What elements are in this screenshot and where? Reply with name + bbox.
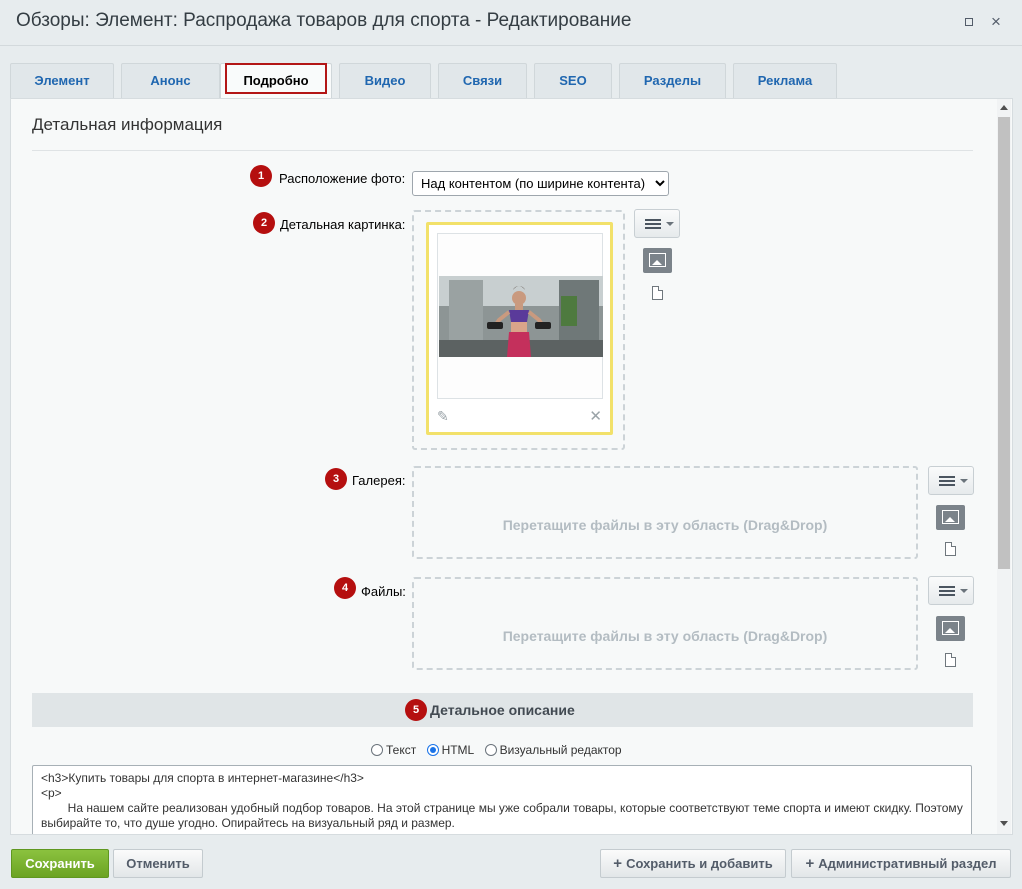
tab-sections[interactable]: Разделы [619, 63, 726, 98]
save-and-add-button[interactable]: + Сохранить и добавить [600, 849, 786, 878]
file-icon[interactable] [652, 286, 663, 300]
delete-icon[interactable]: ✕ [589, 407, 602, 425]
chevron-down-icon [960, 589, 968, 593]
scrollbar-thumb[interactable] [998, 117, 1010, 569]
picture-menu-button[interactable] [634, 209, 680, 238]
scroll-up-icon[interactable] [1000, 105, 1008, 110]
gallery-label: Галерея: [352, 473, 406, 488]
menu-icon [645, 219, 661, 229]
tab-label: Элемент [34, 73, 90, 88]
picture-card[interactable]: ✎ ✕ [426, 222, 613, 435]
edit-pencil-icon[interactable]: ✎ [437, 408, 449, 425]
plus-icon: + [805, 855, 815, 872]
description-code-editor[interactable]: <h3>Купить товары для спорта в интернет-… [32, 765, 972, 834]
tab-links[interactable]: Связи [438, 63, 527, 98]
mode-visual-radio[interactable]: Визуальный редактор [484, 743, 622, 757]
image-library-icon[interactable] [643, 248, 672, 273]
tab-label: Реклама [757, 73, 813, 88]
tab-label: Анонс [150, 73, 191, 88]
gallery-drop-text: Перетащите файлы в эту область (Drag&Dro… [502, 517, 828, 533]
photo-position-select[interactable]: Над контентом (по ширине контента) [412, 171, 669, 196]
mode-label: Текст [386, 743, 417, 757]
tab-label: Подробно [243, 73, 309, 88]
tab-video[interactable]: Видео [339, 63, 431, 98]
scrollbar[interactable] [997, 99, 1011, 834]
step-badge-4: 4 [334, 577, 356, 599]
gallery-menu-button[interactable] [928, 466, 974, 495]
step-badge-2: 2 [253, 212, 275, 234]
files-label: Файлы: [361, 584, 406, 599]
gallery-dropzone[interactable]: Перетащите файлы в эту область (Drag&Dro… [412, 466, 918, 559]
description-header: 5 Детальное описание [32, 693, 973, 727]
mode-text-radio[interactable]: Текст [371, 743, 416, 757]
mode-html-radio[interactable]: HTML [426, 743, 475, 757]
files-menu-button[interactable] [928, 576, 974, 605]
file-icon[interactable] [945, 542, 956, 556]
tab-label: Видео [364, 73, 406, 88]
tab-label: Связи [462, 73, 503, 88]
cancel-button[interactable]: Отменить [113, 849, 203, 878]
menu-icon [939, 586, 955, 596]
image-library-icon[interactable] [936, 616, 965, 641]
mode-label: Визуальный редактор [499, 743, 622, 757]
tab-details[interactable]: Подробно [220, 63, 332, 98]
window-title: Обзоры: Элемент: Распродажа товаров для … [16, 10, 632, 31]
description-title: Детальное описание [430, 702, 575, 718]
detail-picture-label: Детальная картинка: [280, 217, 406, 232]
section-title: Детальная информация [32, 115, 223, 134]
files-dropzone[interactable]: Перетащите файлы в эту область (Drag&Dro… [412, 577, 918, 670]
tab-ads[interactable]: Реклама [733, 63, 837, 98]
editor-mode-switch: Текст HTML Визуальный редактор [371, 743, 629, 757]
chevron-down-icon [960, 479, 968, 483]
picture-frame [437, 233, 603, 399]
step-badge-5: 5 [405, 699, 427, 721]
photo-position-label: Расположение фото: [279, 171, 406, 186]
admin-section-label: Административный раздел [818, 856, 997, 871]
step-badge-3: 3 [325, 468, 347, 490]
tab-label: SEO [559, 73, 587, 88]
details-panel: Детальная информация 1 Расположение фото… [10, 98, 1013, 835]
chevron-down-icon [666, 222, 674, 226]
plus-icon: + [613, 855, 623, 872]
tab-element[interactable]: Элемент [10, 63, 114, 98]
detail-picture-zone[interactable]: ✎ ✕ [412, 210, 625, 450]
maximize-icon[interactable] [961, 14, 977, 30]
step-badge-1: 1 [250, 165, 272, 187]
detail-picture-image [439, 276, 603, 357]
tab-announce[interactable]: Анонс [121, 63, 220, 98]
tab-label: Разделы [643, 73, 702, 88]
divider [32, 150, 973, 151]
mode-label: HTML [441, 743, 475, 757]
save-button[interactable]: Сохранить [11, 849, 109, 878]
files-drop-text: Перетащите файлы в эту область (Drag&Dro… [502, 628, 828, 644]
close-icon[interactable]: × [988, 13, 1004, 30]
save-and-add-label: Сохранить и добавить [626, 856, 773, 871]
scroll-down-icon[interactable] [1000, 821, 1008, 826]
footer-bar: Сохранить Отменить + Сохранить и добавить… [0, 835, 1022, 889]
window-titlebar: Обзоры: Элемент: Распродажа товаров для … [0, 0, 1022, 46]
file-icon[interactable] [945, 653, 956, 667]
admin-section-button[interactable]: + Административный раздел [791, 849, 1011, 878]
tab-seo[interactable]: SEO [534, 63, 612, 98]
menu-icon [939, 476, 955, 486]
image-library-icon[interactable] [936, 505, 965, 530]
